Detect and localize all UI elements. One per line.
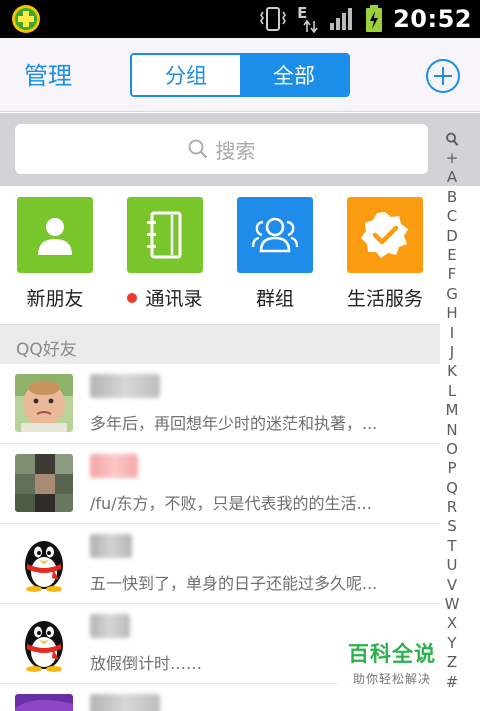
vibrate-icon	[260, 7, 287, 31]
unread-dot	[127, 293, 138, 303]
contact-name-redacted	[90, 534, 132, 558]
avatar	[15, 454, 73, 512]
shortcut-label: 生活服务	[346, 288, 423, 310]
avatar	[15, 614, 73, 672]
contact-message: 多年后，再回想年少时的迷茫和执著，...	[90, 414, 378, 433]
index-letter[interactable]: B	[447, 188, 457, 207]
index-letter[interactable]: H	[446, 304, 457, 323]
index-letter[interactable]: I	[450, 324, 454, 343]
shortcut-address-book[interactable]: 通讯录	[110, 197, 220, 311]
shortcut-new-friends[interactable]: 新朋友	[0, 197, 110, 311]
index-letter[interactable]: E	[447, 246, 456, 265]
shortcut-label: 群组	[255, 288, 294, 310]
battery-charging-icon	[366, 5, 383, 32]
contact-message: 五一快到了，单身的日子还能过多久呢...	[90, 574, 378, 593]
index-letter[interactable]: +	[446, 149, 459, 168]
checkmark-badge-icon	[361, 212, 408, 258]
watermark-subtitle: 助你轻松解决	[352, 672, 431, 686]
contact-name-redacted	[90, 454, 138, 478]
index-letter[interactable]: D	[446, 227, 458, 246]
index-letter[interactable]: U	[447, 556, 458, 575]
pixelated-photo-avatar	[15, 454, 73, 512]
section-header: QQ好友	[0, 324, 440, 364]
index-letter[interactable]: A	[447, 168, 457, 187]
data-arrows-icon	[303, 20, 318, 33]
index-letter[interactable]: #	[446, 673, 459, 692]
address-book-tile	[127, 197, 203, 273]
app-notification-icon	[12, 5, 40, 33]
contact-name-redacted	[90, 614, 130, 638]
index-letter[interactable]: M	[446, 401, 459, 420]
index-letter[interactable]: T	[447, 537, 456, 556]
shortcut-label: 通讯录	[145, 288, 203, 310]
watermark: 百科全说 助你轻松解决	[337, 635, 447, 689]
baby-photo-avatar	[15, 374, 73, 432]
contact-name-redacted	[90, 374, 160, 398]
search-input[interactable]: 搜索	[15, 124, 428, 174]
search-area: 搜索	[0, 113, 480, 186]
add-icon[interactable]	[425, 58, 461, 94]
person-icon	[38, 218, 72, 255]
search-placeholder: 搜索	[215, 138, 256, 163]
alphabet-index[interactable]: + A B C D E F G H I J K L M N O P Q R S …	[440, 132, 464, 692]
group-icon	[251, 217, 299, 253]
index-letter[interactable]: X	[447, 614, 457, 633]
penguin-icon	[25, 541, 63, 592]
tab-all[interactable]: 全部	[240, 55, 348, 95]
status-time: 20:52	[393, 5, 472, 33]
index-letter[interactable]: W	[445, 595, 460, 614]
index-letter[interactable]: Z	[447, 653, 457, 672]
index-letter[interactable]: G	[446, 285, 458, 304]
shortcut-label: 新朋友	[26, 288, 84, 310]
index-letter[interactable]: S	[447, 517, 457, 536]
new-friends-tile	[17, 197, 93, 273]
index-letter[interactable]: J	[450, 343, 454, 362]
penguin-icon	[25, 621, 63, 672]
contacts-view-segmented-control: 分组 全部	[130, 53, 350, 97]
list-item[interactable]: 多年后，再回想年少时的迷茫和执著，...	[0, 364, 440, 444]
signal-icon	[330, 8, 353, 30]
list-item[interactable]: /fu/东方，不败，只是代表我的的生活...	[0, 444, 440, 524]
index-letter[interactable]: K	[447, 362, 457, 381]
index-letter[interactable]: R	[447, 498, 457, 517]
tab-groups[interactable]: 分组	[132, 55, 240, 95]
index-letter[interactable]: O	[446, 440, 458, 459]
life-services-tile	[347, 197, 423, 273]
address-book-icon	[147, 211, 182, 259]
index-letter[interactable]: F	[448, 265, 457, 284]
contact-name-redacted	[90, 694, 160, 711]
index-letter[interactable]: Q	[446, 479, 458, 498]
avatar	[15, 534, 73, 592]
shortcut-label-wrap: 通讯录	[110, 284, 220, 311]
index-letter[interactable]: Y	[447, 634, 456, 653]
shortcut-groups[interactable]: 群组	[220, 197, 330, 311]
status-bar: E 20:52	[0, 0, 480, 38]
manage-button[interactable]: 管理	[24, 56, 72, 91]
index-letter[interactable]: V	[447, 576, 457, 595]
search-icon[interactable]	[445, 132, 459, 147]
shortcut-grid: 新朋友 通讯录 群组 生活服务	[0, 186, 440, 324]
avatar	[15, 694, 73, 711]
index-letter[interactable]: P	[447, 459, 456, 478]
contact-message: /fu/东方，不败，只是代表我的的生活...	[90, 494, 372, 513]
header-bar: 管理 分组 全部	[0, 38, 480, 112]
purple-photo-avatar	[15, 694, 73, 711]
section-title: QQ好友	[16, 340, 77, 360]
index-letter[interactable]: N	[446, 421, 457, 440]
search-icon	[188, 139, 207, 159]
network-type-indicator: E	[297, 4, 319, 34]
avatar	[15, 374, 73, 432]
list-item[interactable]: 五一快到了，单身的日子还能过多久呢...	[0, 524, 440, 604]
index-letter[interactable]: L	[448, 382, 456, 401]
index-letter[interactable]: C	[447, 207, 457, 226]
groups-tile	[237, 197, 313, 273]
watermark-title: 百科全说	[348, 642, 436, 666]
shortcut-life-services[interactable]: 生活服务	[330, 197, 440, 311]
